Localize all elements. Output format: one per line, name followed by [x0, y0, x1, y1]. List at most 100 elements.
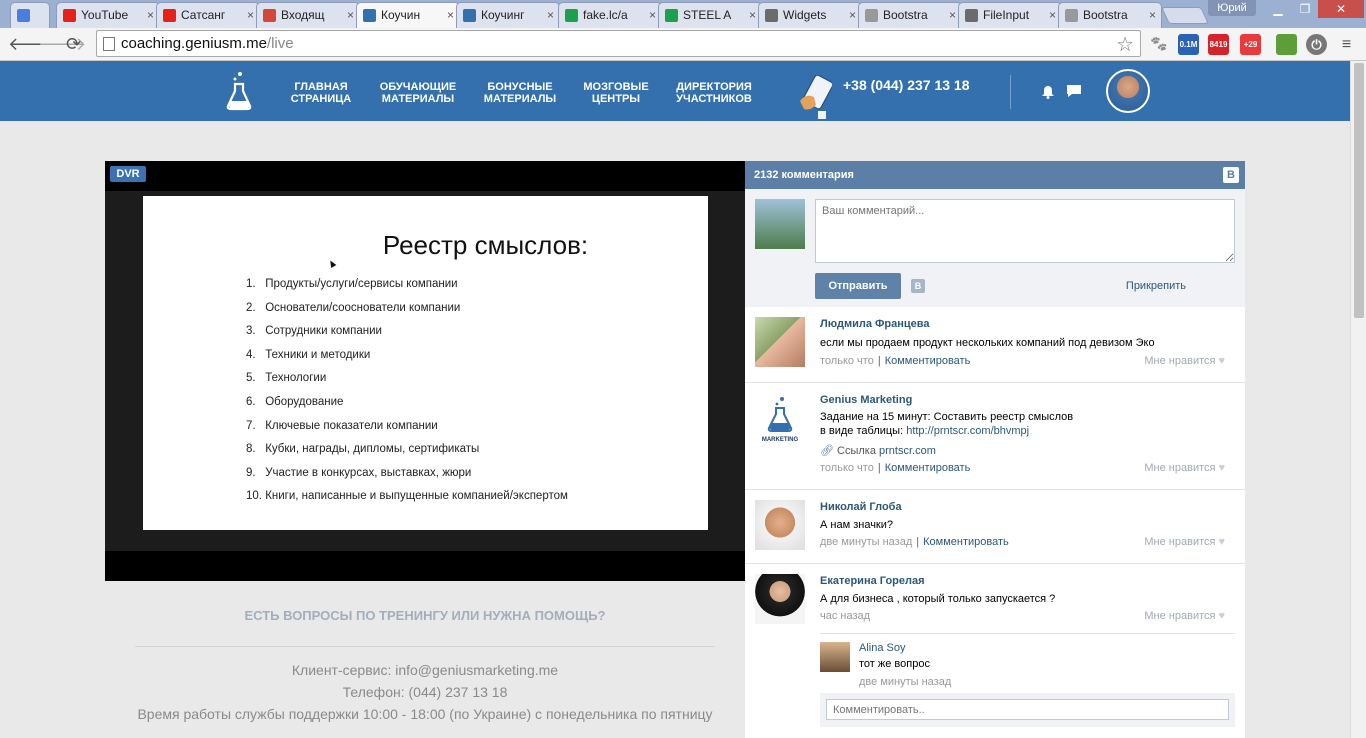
reply-avatar[interactable] [820, 642, 850, 672]
tab-close-icon[interactable]: × [949, 3, 956, 27]
bookmark-star-icon[interactable]: ☆ [1116, 32, 1134, 57]
comment-time: только что [820, 462, 874, 474]
comment-link[interactable]: http://prntscr.com/bhvmpj [906, 425, 1029, 437]
slide-list-item: 7. Ключевые показатели компании [246, 419, 438, 432]
tab-label: Widgets [783, 8, 827, 22]
tab-label: Bootstra [1083, 8, 1128, 22]
eyedropper-icon[interactable] [1276, 34, 1297, 55]
nav-item[interactable]: Обучающие материалы [368, 81, 468, 105]
address-bar[interactable]: coaching.geniusm.me/live ☆ [96, 30, 1141, 57]
comment-avatar[interactable] [755, 574, 805, 624]
chat-icon[interactable] [1066, 84, 1082, 98]
like-button[interactable]: Мне нравится ♥ [1144, 536, 1225, 548]
youtube-icon [63, 9, 76, 22]
tab-close-icon[interactable]: × [347, 3, 354, 27]
browser-tab[interactable]: fake.lc/a × [558, 2, 662, 28]
scrollbar-thumb[interactable] [1354, 63, 1364, 318]
send-button[interactable]: Отправить [815, 273, 901, 299]
help-divider [135, 646, 715, 647]
reload-icon[interactable]: ⟳ [66, 34, 81, 54]
like-button[interactable]: Мне нравится ♥ [1144, 610, 1225, 622]
reply-box [820, 693, 1235, 727]
nav-item[interactable]: Директория участников [664, 81, 764, 105]
tab-close-icon[interactable]: × [247, 3, 254, 27]
tab-close-icon[interactable]: × [649, 3, 656, 27]
link-preview[interactable]: 🔗︎ Ссылка prntscr.com [820, 444, 936, 457]
browser-tab[interactable]: Коучинг × [456, 2, 560, 28]
vk-logo-icon[interactable]: В [1223, 167, 1239, 183]
minimize-button[interactable]: ▁ [1262, 0, 1294, 18]
comment-avatar[interactable] [755, 317, 805, 367]
comment-input[interactable] [815, 199, 1235, 263]
paw-icon[interactable]: 🐾︎ [1148, 34, 1169, 55]
browser-tab[interactable]: Bootstra × [1058, 2, 1162, 28]
tab-label: STEEL A [683, 8, 732, 22]
profile-badge[interactable]: Юрий [1208, 0, 1256, 16]
like-label: Мне нравится [1144, 355, 1216, 367]
comment-text: А для бизнеса , который только запускает… [820, 593, 1056, 605]
nav-item[interactable]: Мозговые центры [566, 81, 666, 105]
slide-title: Реестр смыслов: [382, 230, 589, 260]
page-scrollbar[interactable] [1350, 61, 1366, 738]
tab-close-icon[interactable]: × [749, 3, 756, 27]
tab-close-icon[interactable]: × [547, 3, 554, 27]
nav-item[interactable]: Бонусные материалы [470, 81, 570, 105]
reply-text: тот же вопрос [859, 658, 930, 670]
help-email[interactable]: Клиент-сервис: info@geniusmarketing.me [105, 662, 745, 678]
browser-tab[interactable]: Bootstra × [858, 2, 962, 28]
tab-close-icon[interactable]: × [849, 3, 856, 27]
my-avatar [755, 199, 805, 249]
user-avatar[interactable] [1106, 69, 1150, 113]
video-frame[interactable]: Реестр смыслов: 1. Продукты/услуги/серви… [105, 191, 745, 551]
help-phone: Телефон: (044) 237 13 18 [342, 684, 508, 700]
maximize-button[interactable]: ❐ [1294, 0, 1316, 18]
tab-close-icon[interactable]: × [447, 3, 454, 27]
like-button[interactable]: Мне нравится ♥ [1144, 462, 1225, 474]
browser-tab[interactable]: YouTube × [56, 2, 160, 28]
browser-tab[interactable]: Коучин × [356, 2, 460, 29]
power-icon[interactable]: ⏻ [1306, 34, 1327, 55]
comment-author[interactable]: Екатерина Горелая [820, 575, 925, 587]
slide-list-item: 1. Продукты/услуги/сервисы компании [246, 278, 458, 290]
mail-counter-icon[interactable]: 8419 [1208, 34, 1229, 55]
flask-icon [463, 9, 476, 22]
like-button[interactable]: Мне нравится ♥ [1144, 355, 1225, 367]
reply-author[interactable]: Alina Soy [859, 642, 905, 654]
browser-tab[interactable]: Сатсанг × [156, 2, 260, 28]
browser-tab[interactable]: Входящ × [256, 2, 360, 28]
comment-avatar[interactable]: MARKETING [755, 393, 805, 443]
tab-close-icon[interactable]: × [147, 3, 154, 27]
counter-icon[interactable]: 0.1M [1178, 34, 1199, 55]
like-label: Мне нравится [1144, 610, 1216, 622]
nav-item[interactable]: Главная страница [271, 81, 371, 105]
comment-author[interactable]: Николай Глоба [820, 501, 902, 513]
comment-avatar[interactable] [755, 500, 805, 550]
comment-author[interactable]: Genius Marketing [820, 394, 912, 406]
reply-input[interactable] [826, 699, 1229, 720]
header-divider [1010, 75, 1011, 109]
video-player[interactable]: DVR Реестр смыслов: 1. Продукты/услуги/с… [105, 161, 745, 581]
attach-link[interactable]: Прикрепить [1126, 280, 1186, 292]
dvr-badge[interactable]: DVR [110, 166, 146, 182]
vk-share-icon[interactable]: В [911, 279, 925, 293]
browser-tab[interactable]: STEEL A × [658, 2, 762, 28]
like-label: Мне нравится [1144, 536, 1216, 548]
browser-tab[interactable]: Widgets × [758, 2, 862, 28]
comment-time: только что [820, 355, 874, 367]
menu-icon[interactable]: ≡ [1336, 34, 1357, 55]
comment-author[interactable]: Людмила Францева [820, 318, 930, 330]
comment-reply-link[interactable]: Комментировать [885, 462, 971, 474]
tab-label: Коучинг [481, 8, 525, 22]
weather-icon[interactable]: +29 [1240, 34, 1261, 55]
flask-logo-icon[interactable] [226, 71, 252, 111]
comment-reply-link[interactable]: Комментировать [885, 355, 971, 367]
tab-close-icon[interactable]: × [1049, 3, 1056, 27]
slide-list: 1. Продукты/услуги/сервисы компании 2. Ос… [246, 273, 568, 509]
browser-tab[interactable] [10, 2, 50, 28]
tab-close-icon[interactable]: × [1149, 3, 1156, 27]
bell-icon[interactable] [1041, 85, 1055, 99]
close-window-button[interactable]: ✕ [1318, 0, 1364, 18]
new-tab-button[interactable] [1161, 7, 1209, 24]
comment-reply-link[interactable]: Комментировать [923, 536, 1009, 548]
browser-tab[interactable]: FileInput × [958, 2, 1062, 28]
